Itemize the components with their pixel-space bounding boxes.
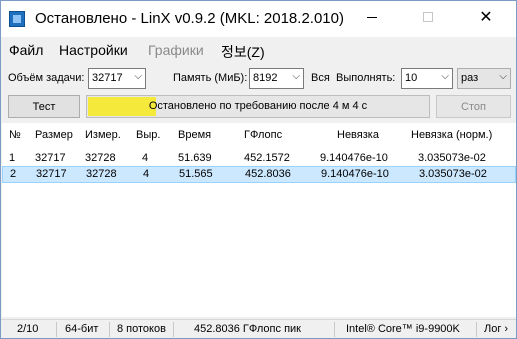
status-separator xyxy=(56,322,57,337)
header-time[interactable]: Время xyxy=(178,129,211,141)
header-residual-norm[interactable]: Невязка (норм.) xyxy=(411,129,492,141)
menu-about[interactable]: 정보(Z) xyxy=(221,42,265,62)
task-size-combo[interactable]: 32717 ⌵ xyxy=(88,68,146,89)
cell-gflops: 452.1572 xyxy=(244,152,290,164)
cell-number: 2 xyxy=(10,168,17,180)
cell-number: 1 xyxy=(9,152,16,164)
results-table: № Размер Измер. Выр. Время ГФлопс Невязк… xyxy=(2,123,516,317)
cell-residual: 9.140476e-10 xyxy=(321,168,389,180)
all-memory-label[interactable]: Вся xyxy=(311,72,330,84)
header-dimension[interactable]: Измер. xyxy=(85,129,121,141)
chevron-down-icon: ⌵ xyxy=(134,71,142,82)
test-button[interactable]: Тест xyxy=(8,95,80,118)
cell-time: 51.565 xyxy=(179,168,213,180)
stop-button[interactable]: Стоп xyxy=(436,95,511,118)
header-number[interactable]: № xyxy=(9,129,21,141)
header-size[interactable]: Размер xyxy=(35,129,73,141)
table-header: № Размер Измер. Выр. Время ГФлопс Невязк… xyxy=(2,123,516,147)
menu-bar: Файл Настройки Графики 정보(Z) xyxy=(1,37,516,65)
status-separator xyxy=(173,322,174,337)
memory-combo[interactable]: 8192 ⌵ xyxy=(249,68,304,89)
progress-bar: Остановлено по требованию после 4 м 4 с xyxy=(86,95,430,118)
cell-gflops: 452.8036 xyxy=(245,168,291,180)
title-bar: Остановлено - LinX v0.9.2 (MKL: 2018.2.0… xyxy=(1,1,516,37)
run-count-value: 10 xyxy=(405,72,418,84)
cell-time: 51.639 xyxy=(178,152,212,164)
status-peak-gflops: 452.8036 ГФлопс пик xyxy=(194,323,301,335)
task-size-value: 32717 xyxy=(92,72,123,84)
status-cpu: Intel® Core™ i9-9900K xyxy=(346,323,460,335)
chevron-down-icon: ⌵ xyxy=(499,71,507,82)
table-row-selected[interactable]: 2 32717 32728 4 51.565 452.8036 9.140476… xyxy=(2,166,516,183)
status-separator xyxy=(109,322,110,337)
app-icon xyxy=(9,11,25,27)
status-bar: 2/10 64-бит 8 потоков 452.8036 ГФлопс пи… xyxy=(1,319,516,338)
chevron-down-icon: ⌵ xyxy=(292,71,300,82)
run-unit-combo[interactable]: раз ⌵ xyxy=(457,68,511,89)
menu-settings[interactable]: Настройки xyxy=(59,42,128,58)
header-gflops[interactable]: ГФлопс xyxy=(244,129,282,141)
cell-dimension: 32728 xyxy=(86,168,117,180)
run-unit-value: раз xyxy=(461,72,479,84)
minimize-button[interactable] xyxy=(349,1,395,33)
status-progress: 2/10 xyxy=(17,323,39,335)
header-residual[interactable]: Невязка xyxy=(337,129,379,141)
cell-size: 32717 xyxy=(36,168,67,180)
progress-status-text: Остановлено по требованию после 4 м 4 с xyxy=(148,100,368,112)
window-title: Остановлено - LinX v0.9.2 (MKL: 2018.2.0… xyxy=(35,10,344,27)
cell-dimension: 32728 xyxy=(85,152,116,164)
minimize-icon xyxy=(367,16,377,18)
cell-residual-norm: 3.035073e-02 xyxy=(419,168,487,180)
status-separator xyxy=(334,322,335,337)
cell-alignment: 4 xyxy=(143,168,150,180)
maximize-button[interactable] xyxy=(405,1,451,33)
task-size-label: Объём задачи: xyxy=(8,72,85,84)
close-icon: ✕ xyxy=(479,9,493,26)
cell-size: 32717 xyxy=(35,152,66,164)
menu-graphs[interactable]: Графики xyxy=(148,42,204,58)
run-count-combo[interactable]: 10 ⌵ xyxy=(401,68,453,89)
status-separator xyxy=(476,322,477,337)
cell-residual: 9.140476e-10 xyxy=(320,152,388,164)
log-toggle[interactable]: Лог › xyxy=(484,323,508,335)
memory-value: 8192 xyxy=(253,72,278,84)
chevron-down-icon: ⌵ xyxy=(441,71,449,82)
cell-alignment: 4 xyxy=(142,152,149,164)
close-button[interactable]: ✕ xyxy=(463,1,509,33)
status-threads: 8 потоков xyxy=(117,323,166,335)
cell-residual-norm: 3.035073e-02 xyxy=(418,152,486,164)
memory-label: Память (МиБ): xyxy=(173,72,248,84)
menu-file[interactable]: Файл xyxy=(9,42,43,58)
maximize-icon xyxy=(423,12,433,22)
table-row[interactable]: 1 32717 32728 4 51.639 452.1572 9.140476… xyxy=(2,150,516,167)
status-bits: 64-бит xyxy=(65,323,99,335)
run-count-label: Выполнять: xyxy=(336,72,396,84)
header-alignment[interactable]: Выр. xyxy=(136,129,160,141)
app-window: Остановлено - LinX v0.9.2 (MKL: 2018.2.0… xyxy=(0,0,517,339)
